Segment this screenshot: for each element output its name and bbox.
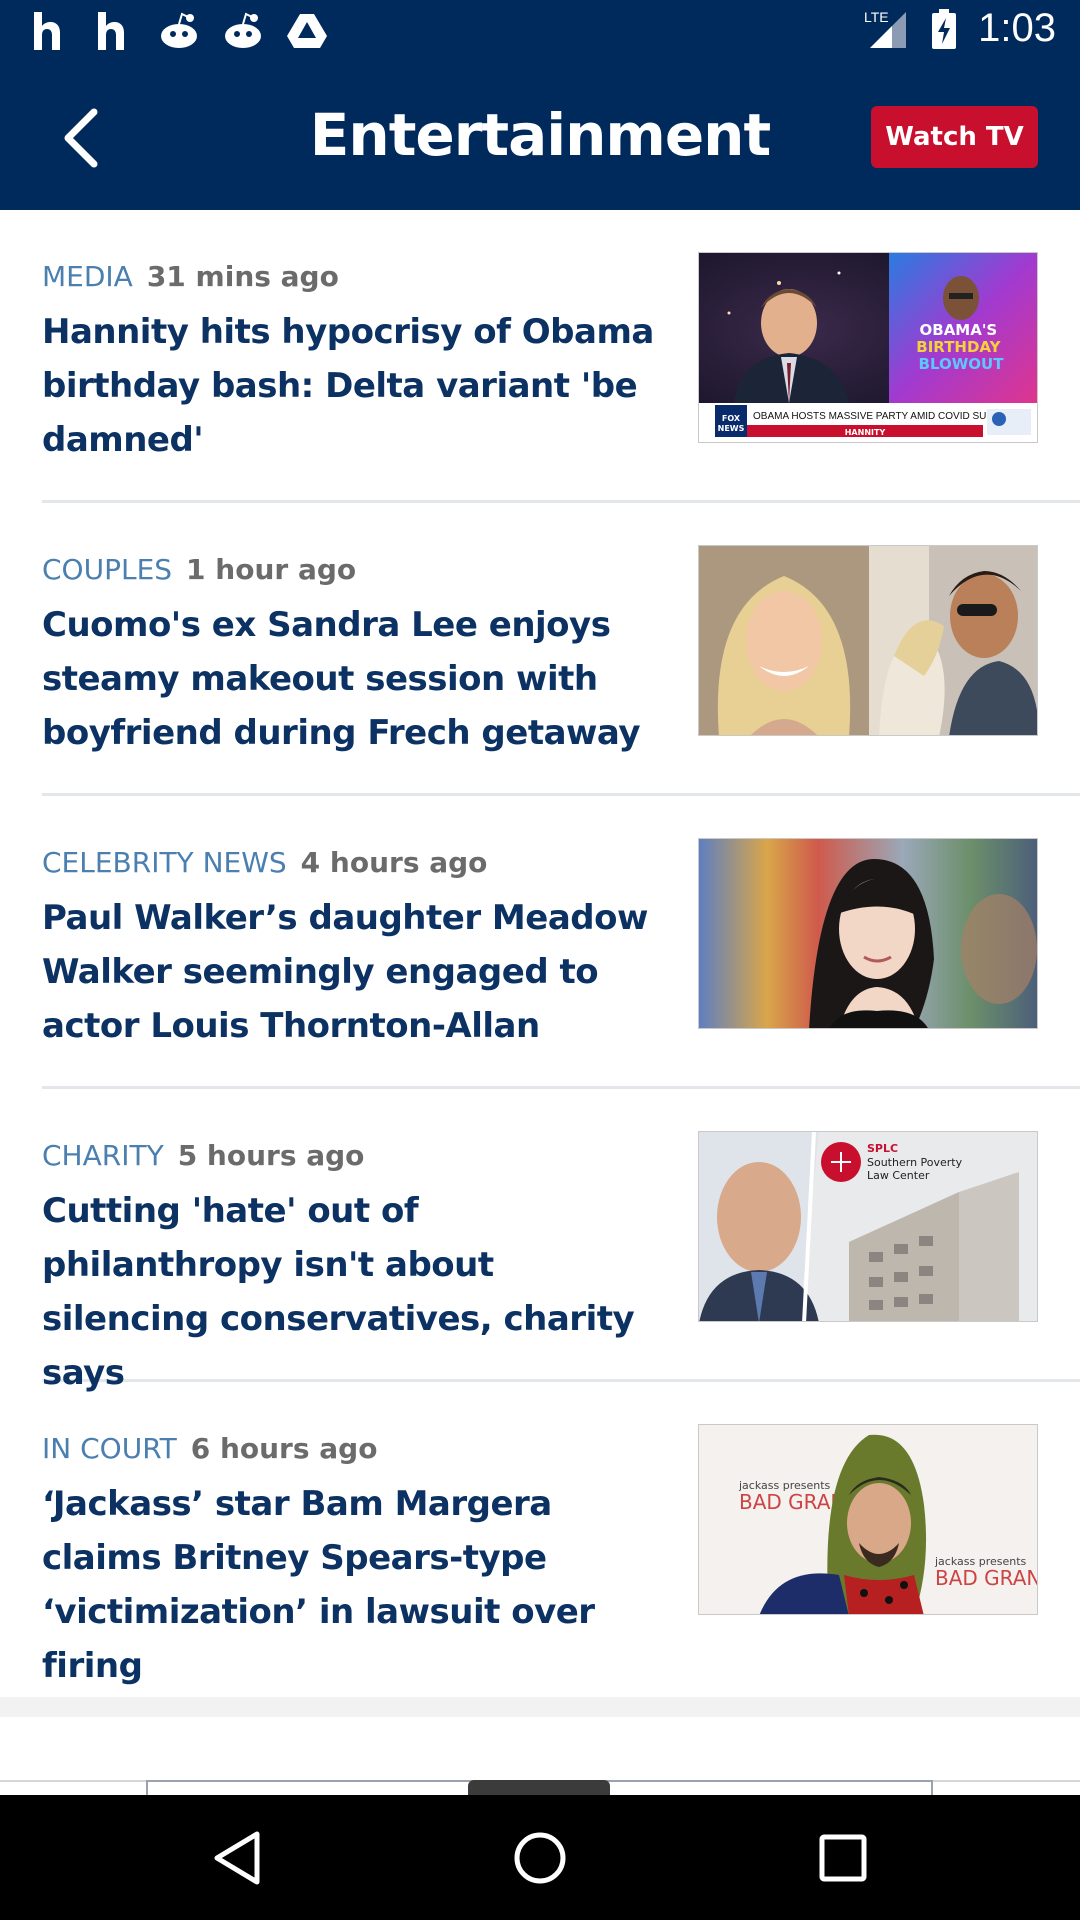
nav-home-button[interactable] (505, 1825, 575, 1891)
triangle-back-icon (214, 1831, 260, 1885)
thumb-org: SPLC (867, 1142, 898, 1155)
article-time: 31 mins ago (146, 260, 339, 293)
bam-margera-image: jackass presents BAD GRANDPA jackass pre… (699, 1425, 1038, 1614)
reddit-icon (225, 12, 261, 48)
app-header: Entertainment Watch TV (0, 63, 1080, 210)
svg-text:BAD GRANDPA: BAD GRANDPA (935, 1566, 1038, 1590)
article-time: 5 hours ago (177, 1139, 365, 1172)
article-item[interactable]: IN COURT 6 hours ago ‘Jackass’ star Bam … (42, 1382, 1080, 1686)
article-headline[interactable]: Cutting 'hate' out of philanthropy isn't… (42, 1184, 667, 1400)
article-category[interactable]: CHARITY (42, 1139, 164, 1172)
article-item[interactable]: CELEBRITY NEWS 4 hours ago Paul Walker’s… (42, 796, 1080, 1089)
article-category[interactable]: MEDIA (42, 260, 133, 293)
article-meta: MEDIA 31 mins ago (42, 260, 339, 293)
watch-tv-button[interactable]: Watch TV (871, 106, 1038, 168)
article-meta: CELEBRITY NEWS 4 hours ago (42, 846, 487, 879)
drive-icon (287, 14, 327, 48)
article-time: 4 hours ago (300, 846, 488, 879)
article-headline[interactable]: Cuomo's ex Sandra Lee enjoys steamy make… (42, 598, 667, 760)
article-thumbnail[interactable]: SPLC Southern Poverty Law Center (698, 1131, 1038, 1322)
nav-recents-button[interactable] (808, 1825, 878, 1891)
h-app-icon (34, 12, 60, 50)
status-bar: LTE 1:03 (0, 0, 1080, 63)
nav-back-button[interactable] (202, 1825, 272, 1891)
article-item[interactable]: COUPLES 1 hour ago Cuomo's ex Sandra Lee… (42, 503, 1080, 796)
article-thumbnail[interactable]: jackass presents BAD GRANDPA jackass pre… (698, 1424, 1038, 1615)
article-headline[interactable]: Paul Walker’s daughter Meadow Walker see… (42, 891, 667, 1053)
circle-home-icon (514, 1832, 566, 1884)
system-status: LTE 1:03 (862, 6, 1056, 51)
system-nav-bar (0, 1795, 1080, 1920)
thumb-ticker: OBAMA HOSTS MASSIVE PARTY AMID COVID SUR… (753, 411, 1008, 422)
article-item[interactable]: CHARITY 5 hours ago Cutting 'hate' out o… (42, 1089, 1080, 1393)
h-app-icon (98, 12, 124, 50)
article-meta: IN COURT 6 hours ago (42, 1432, 377, 1465)
article-meta: CHARITY 5 hours ago (42, 1139, 364, 1172)
clock: 1:03 (978, 6, 1056, 50)
article-category[interactable]: IN COURT (42, 1432, 177, 1465)
svg-text:NEWS: NEWS (718, 424, 745, 433)
couple-photo-image (699, 546, 1037, 735)
notification-icons (30, 10, 328, 52)
article-category[interactable]: COUPLES (42, 553, 172, 586)
svg-text:LTE: LTE (864, 9, 889, 25)
thumb-show-name: HANNITY (845, 428, 886, 437)
thumb-caption: OBAMA'S BIRTHDAY BLOWOUT (916, 321, 1005, 373)
article-headline[interactable]: Hannity hits hypocrisy of Obama birthday… (42, 305, 667, 467)
article-item[interactable]: MEDIA 31 mins ago Hannity hits hypocrisy… (42, 210, 1080, 503)
article-time: 6 hours ago (190, 1432, 378, 1465)
article-list: MEDIA 31 mins ago Hannity hits hypocrisy… (0, 210, 1080, 1686)
bezos-splc-image: SPLC Southern Poverty Law Center (699, 1132, 1037, 1321)
hannity-broadcast-image: OBAMA'S BIRTHDAY BLOWOUT FOX NEWS OBAMA … (699, 253, 1037, 442)
svg-text:FOX: FOX (722, 414, 741, 423)
meadow-walker-image (699, 839, 1037, 1028)
reddit-icon (161, 12, 197, 48)
article-category[interactable]: CELEBRITY NEWS (42, 846, 287, 879)
article-time: 1 hour ago (186, 553, 357, 586)
article-headline[interactable]: ‘Jackass’ star Bam Margera claims Britne… (42, 1477, 667, 1693)
square-recents-icon (819, 1834, 867, 1882)
section-divider (0, 1697, 1080, 1717)
article-thumbnail[interactable]: OBAMA'S BIRTHDAY BLOWOUT FOX NEWS OBAMA … (698, 252, 1038, 443)
article-meta: COUPLES 1 hour ago (42, 553, 356, 586)
article-thumbnail[interactable] (698, 838, 1038, 1029)
lte-signal-icon: LTE (864, 9, 907, 48)
battery-icon (932, 8, 957, 49)
article-thumbnail[interactable] (698, 545, 1038, 736)
